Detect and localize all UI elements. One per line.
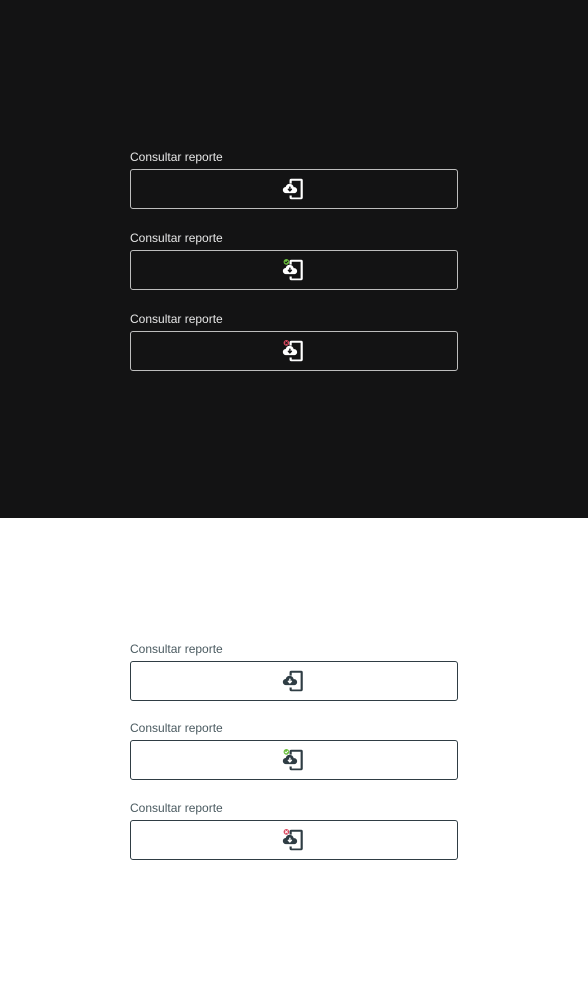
field-label: Consultar reporte: [130, 150, 223, 164]
cloud-device-sync-icon: [281, 340, 307, 364]
cloud-device-sync-icon: [281, 829, 307, 853]
report-field-default: Consultar reporte: [130, 642, 458, 701]
report-field-default: Consultar reporte: [130, 150, 458, 209]
consult-report-button[interactable]: [130, 820, 458, 860]
report-field-error: Consultar reporte: [130, 312, 458, 371]
report-field-error: Consultar reporte: [130, 801, 458, 860]
success-check-icon: [283, 259, 290, 265]
cloud-device-sync-icon: [281, 176, 307, 202]
field-label: Consultar reporte: [130, 721, 223, 735]
error-x-icon: [283, 829, 290, 835]
dark-theme-panel: Consultar reporte Consultar reporte Cons…: [0, 0, 588, 518]
consult-report-button[interactable]: [130, 250, 458, 290]
cloud-device-sync-icon: [281, 749, 307, 773]
cloud-device-sync-icon: [281, 259, 307, 283]
cloud-device-sync-icon: [281, 668, 307, 694]
consult-report-button[interactable]: [130, 331, 458, 371]
consult-report-button[interactable]: [130, 661, 458, 701]
field-label: Consultar reporte: [130, 642, 223, 656]
consult-report-button[interactable]: [130, 740, 458, 780]
error-x-icon: [283, 340, 290, 346]
report-field-success: Consultar reporte: [130, 721, 458, 780]
field-label: Consultar reporte: [130, 801, 223, 815]
light-theme-panel: Consultar reporte Consultar reporte Cons…: [0, 518, 588, 981]
consult-report-button[interactable]: [130, 169, 458, 209]
field-label: Consultar reporte: [130, 312, 223, 326]
report-field-success: Consultar reporte: [130, 231, 458, 290]
success-check-icon: [283, 749, 290, 755]
field-label: Consultar reporte: [130, 231, 223, 245]
